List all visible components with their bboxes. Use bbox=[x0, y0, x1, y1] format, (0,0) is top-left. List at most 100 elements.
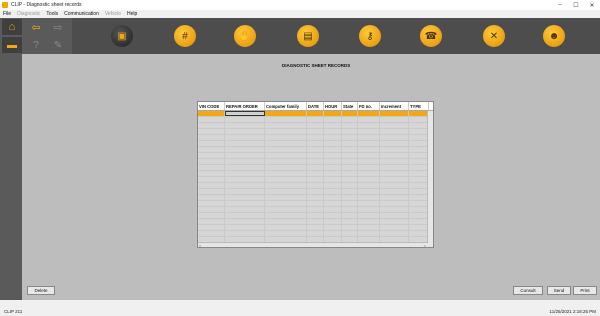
minimize-button[interactable]: – bbox=[552, 2, 568, 8]
table-cell[interactable] bbox=[225, 189, 265, 194]
table-cell[interactable] bbox=[265, 201, 307, 206]
table-cell[interactable] bbox=[324, 153, 342, 158]
table-cell[interactable] bbox=[409, 231, 429, 236]
table-cell[interactable] bbox=[358, 231, 380, 236]
send-button[interactable]: Send bbox=[547, 286, 571, 295]
table-cell[interactable] bbox=[307, 129, 324, 134]
table-cell[interactable] bbox=[380, 159, 409, 164]
table-cell[interactable] bbox=[380, 117, 409, 122]
table-cell[interactable] bbox=[225, 195, 265, 200]
table-cell[interactable] bbox=[307, 165, 324, 170]
scroll-right-icon[interactable]: > bbox=[424, 243, 426, 247]
table-cell[interactable] bbox=[380, 141, 409, 146]
table-cell[interactable] bbox=[409, 153, 429, 158]
table-cell[interactable] bbox=[358, 219, 380, 224]
table-cell[interactable] bbox=[324, 117, 342, 122]
table-cell[interactable] bbox=[358, 195, 380, 200]
hand-icon[interactable]: ✋ bbox=[234, 25, 256, 47]
table-cell[interactable] bbox=[380, 147, 409, 152]
menu-file[interactable]: File bbox=[3, 11, 11, 17]
table-cell[interactable] bbox=[358, 135, 380, 140]
table-cell[interactable] bbox=[324, 201, 342, 206]
keyboard-icon[interactable]: ▤ bbox=[297, 25, 319, 47]
table-cell[interactable] bbox=[225, 159, 265, 164]
table-cell[interactable] bbox=[307, 171, 324, 176]
table-cell[interactable] bbox=[225, 135, 265, 140]
table-cell[interactable] bbox=[307, 159, 324, 164]
wrench-icon[interactable]: ✕ bbox=[483, 25, 505, 47]
table-cell[interactable] bbox=[409, 123, 429, 128]
table-cell[interactable] bbox=[342, 117, 358, 122]
table-cell[interactable] bbox=[198, 111, 225, 116]
table-cell[interactable] bbox=[342, 219, 358, 224]
table-cell[interactable] bbox=[265, 195, 307, 200]
table-cell[interactable] bbox=[380, 213, 409, 218]
table-cell[interactable] bbox=[265, 135, 307, 140]
table-cell[interactable] bbox=[380, 123, 409, 128]
settings-icon[interactable]: ✎ bbox=[48, 37, 68, 53]
table-cell[interactable] bbox=[358, 153, 380, 158]
table-cell[interactable] bbox=[198, 171, 225, 176]
table-cell[interactable] bbox=[225, 219, 265, 224]
table-cell[interactable] bbox=[307, 147, 324, 152]
table-cell[interactable] bbox=[307, 123, 324, 128]
table-cell[interactable] bbox=[265, 123, 307, 128]
table-cell[interactable] bbox=[265, 147, 307, 152]
table-cell[interactable] bbox=[324, 123, 342, 128]
table-cell[interactable] bbox=[409, 195, 429, 200]
table-cell[interactable] bbox=[324, 195, 342, 200]
table-cell[interactable] bbox=[324, 111, 342, 116]
table-cell[interactable] bbox=[265, 171, 307, 176]
help-icon[interactable]: ? bbox=[26, 37, 46, 53]
table-cell[interactable] bbox=[342, 207, 358, 212]
table-cell[interactable] bbox=[358, 141, 380, 146]
table-cell[interactable] bbox=[324, 141, 342, 146]
table-cell[interactable] bbox=[409, 129, 429, 134]
consult-button[interactable]: Consult bbox=[513, 286, 543, 295]
table-cell[interactable] bbox=[358, 129, 380, 134]
vehicle-icon[interactable]: ▬ bbox=[2, 37, 22, 53]
table-cell[interactable] bbox=[307, 213, 324, 218]
scroll-left-icon[interactable]: < bbox=[199, 243, 201, 247]
phone-icon[interactable]: ☎ bbox=[420, 25, 442, 47]
table-cell[interactable] bbox=[225, 207, 265, 212]
table-cell[interactable] bbox=[358, 159, 380, 164]
table-cell[interactable] bbox=[409, 159, 429, 164]
table-cell[interactable] bbox=[409, 135, 429, 140]
table-cell[interactable] bbox=[380, 231, 409, 236]
table-cell[interactable] bbox=[342, 225, 358, 230]
table-cell[interactable] bbox=[358, 201, 380, 206]
table-cell[interactable] bbox=[380, 207, 409, 212]
table-cell[interactable] bbox=[265, 189, 307, 194]
table-cell[interactable] bbox=[307, 189, 324, 194]
table-cell[interactable] bbox=[225, 225, 265, 230]
col-hour[interactable]: HOUR bbox=[324, 102, 342, 110]
gearbox-icon[interactable]: # bbox=[174, 25, 196, 47]
table-cell[interactable] bbox=[324, 129, 342, 134]
table-cell[interactable] bbox=[265, 219, 307, 224]
table-cell[interactable] bbox=[198, 207, 225, 212]
forward-arrow-icon[interactable]: ⇨ bbox=[48, 19, 68, 35]
col-fd-no[interactable]: FD no. bbox=[358, 102, 380, 110]
table-cell[interactable] bbox=[265, 177, 307, 182]
table-cell[interactable] bbox=[342, 159, 358, 164]
menu-diagnostic[interactable]: Diagnostic bbox=[17, 11, 40, 17]
table-cell[interactable] bbox=[324, 207, 342, 212]
table-cell[interactable] bbox=[358, 189, 380, 194]
table-cell[interactable] bbox=[342, 195, 358, 200]
table-cell[interactable] bbox=[409, 117, 429, 122]
table-cell[interactable] bbox=[380, 171, 409, 176]
back-arrow-icon[interactable]: ⇦ bbox=[26, 19, 46, 35]
table-cell[interactable] bbox=[380, 201, 409, 206]
col-date[interactable]: DATE bbox=[307, 102, 324, 110]
table-cell[interactable] bbox=[380, 129, 409, 134]
table-cell[interactable] bbox=[342, 171, 358, 176]
table-cell[interactable] bbox=[265, 159, 307, 164]
table-cell[interactable] bbox=[324, 231, 342, 236]
table-cell[interactable] bbox=[342, 129, 358, 134]
table-cell[interactable] bbox=[409, 201, 429, 206]
table-cell[interactable] bbox=[225, 153, 265, 158]
table-cell[interactable] bbox=[409, 189, 429, 194]
table-cell[interactable] bbox=[342, 147, 358, 152]
table-cell[interactable] bbox=[307, 177, 324, 182]
